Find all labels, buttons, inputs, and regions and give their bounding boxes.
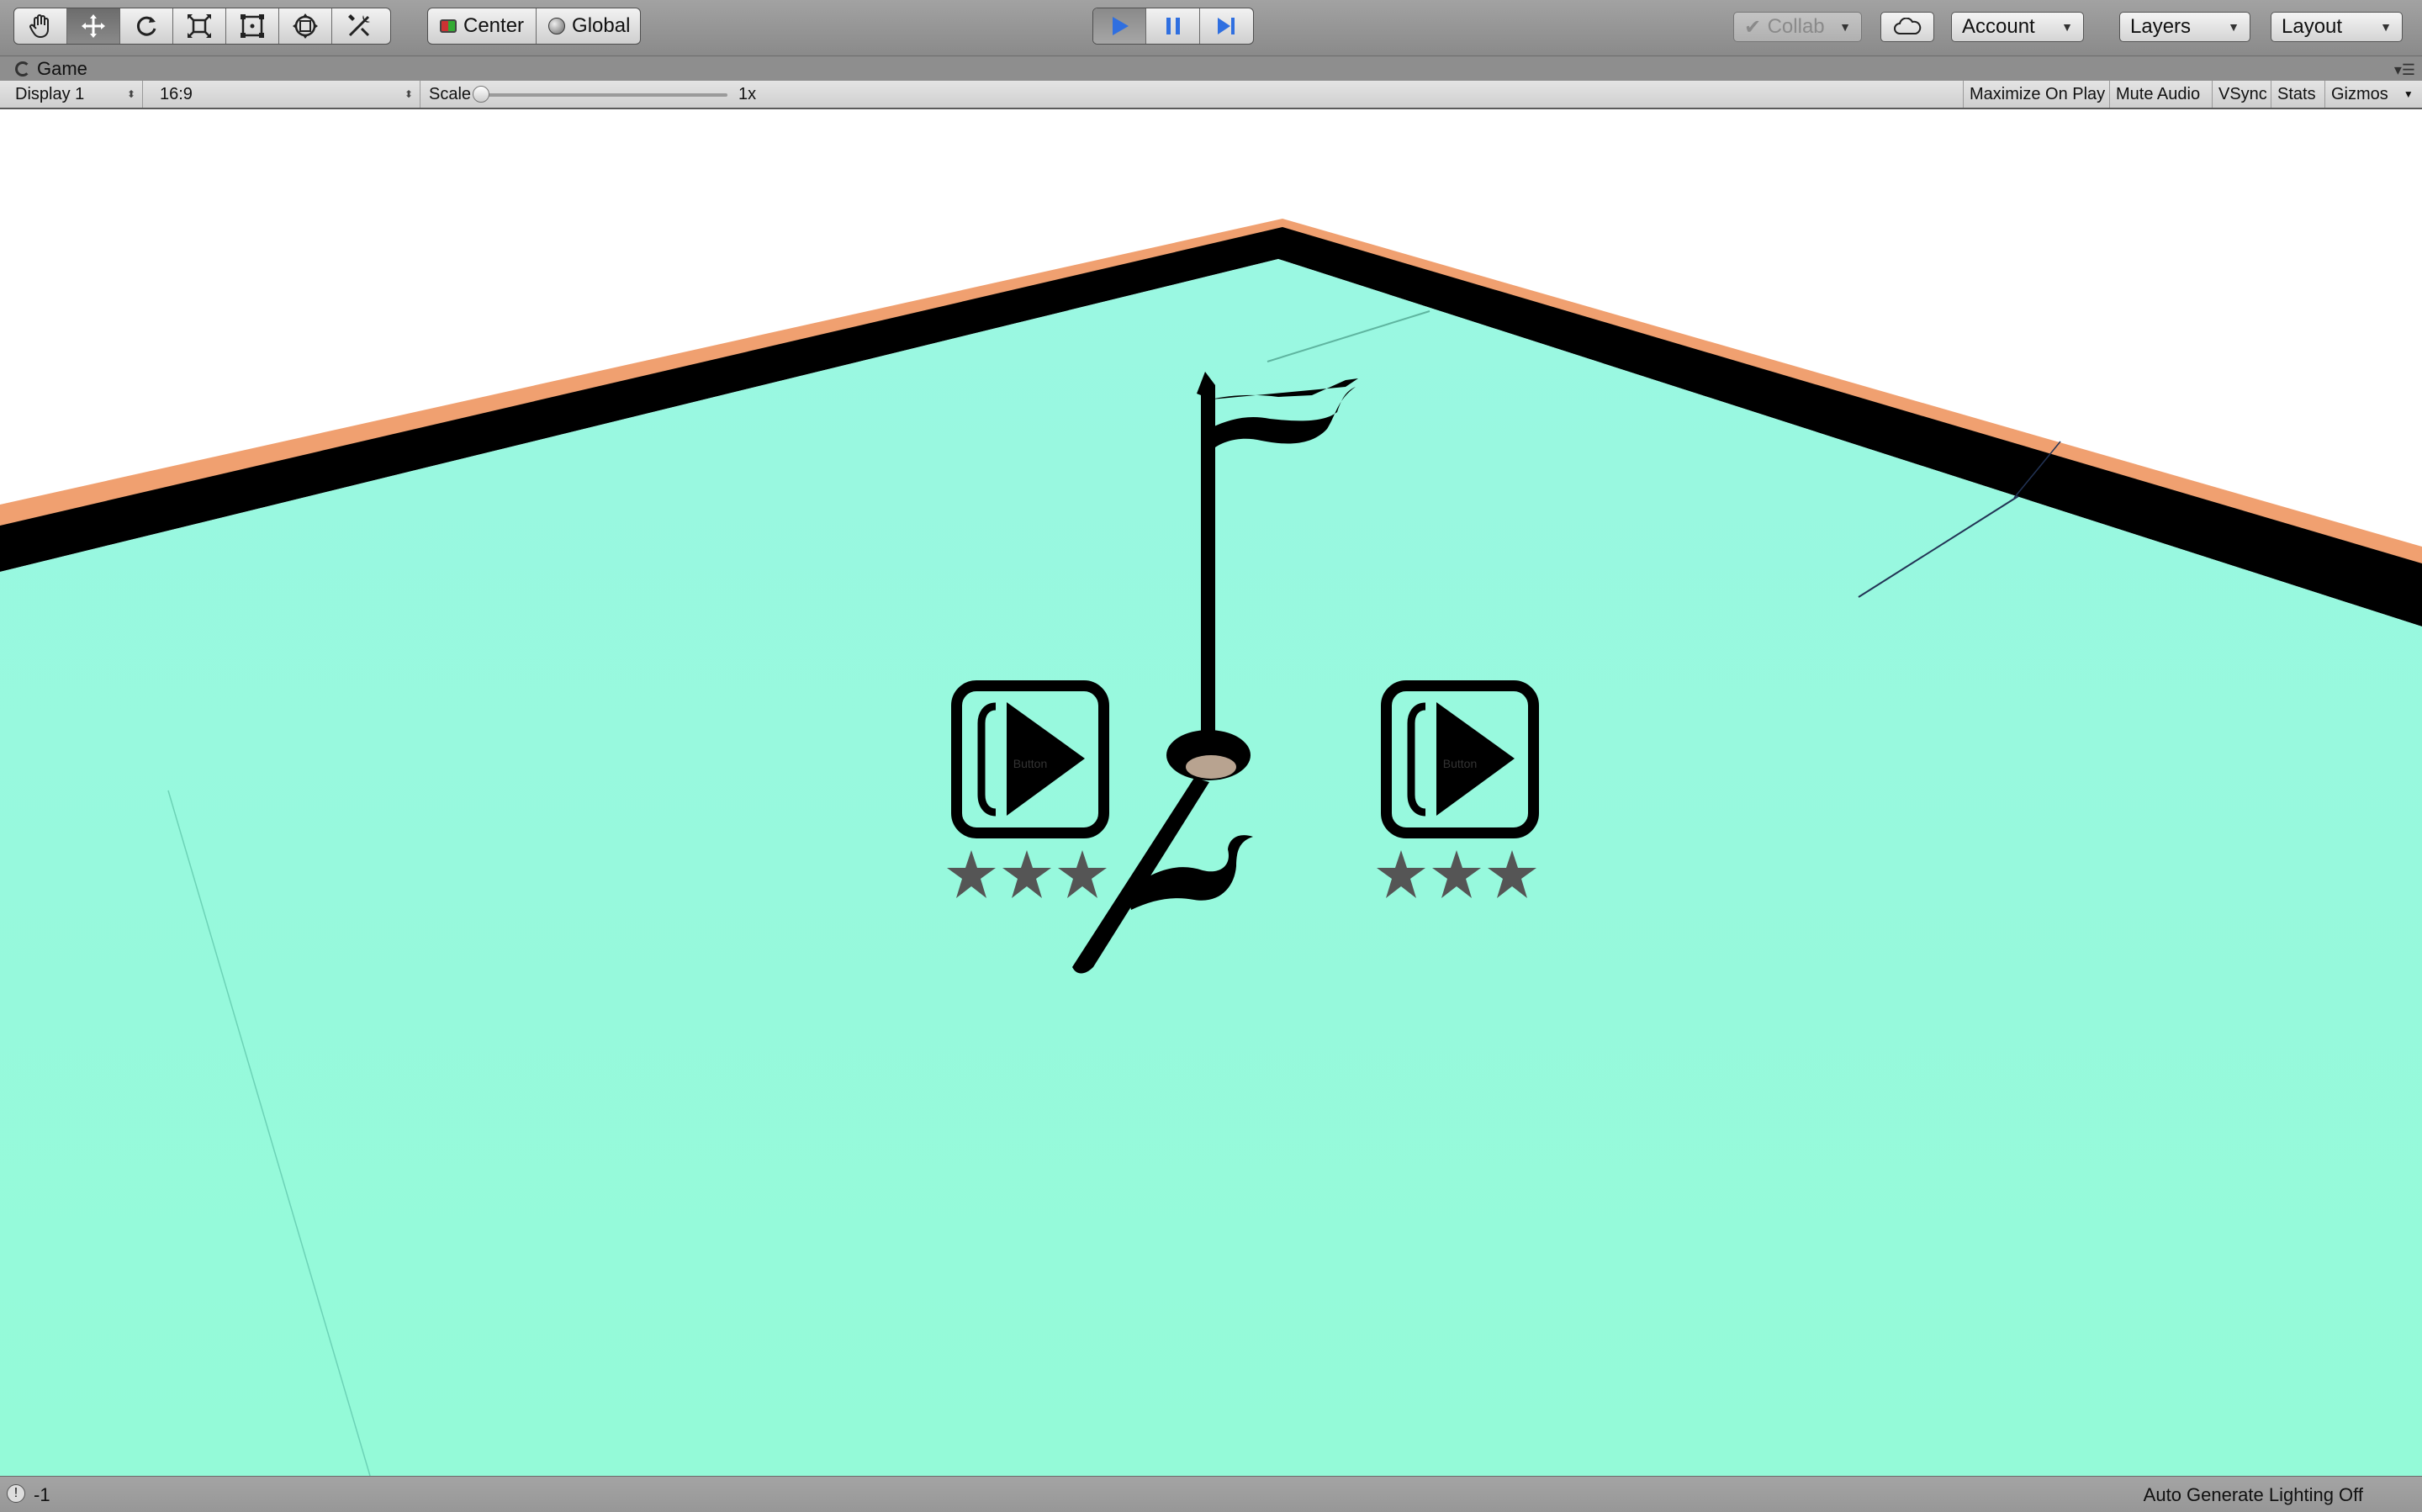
- maximize-on-play-toggle[interactable]: Maximize On Play: [1963, 81, 2111, 108]
- global-icon: [548, 18, 566, 34]
- tab-title: Game: [37, 58, 87, 79]
- level-button-label: Button: [1442, 757, 1478, 770]
- stats-toggle[interactable]: Stats: [2271, 81, 2322, 108]
- game-scene: [0, 219, 2422, 1476]
- cloud-icon: [1894, 18, 1922, 34]
- display-select[interactable]: Display 1 ⬍: [0, 81, 143, 108]
- pivot-icon: [440, 19, 457, 33]
- account-dropdown[interactable]: Account ▼: [1951, 12, 2084, 42]
- star-icon: [1002, 850, 1051, 898]
- rotate-icon: [136, 16, 156, 36]
- tab-menu-icon[interactable]: ▾☰: [2394, 61, 2415, 79]
- hand-tool-button[interactable]: [14, 8, 67, 44]
- layout-dropdown[interactable]: Layout ▼: [2271, 12, 2403, 42]
- scale-tool-button[interactable]: [173, 8, 226, 44]
- pause-button[interactable]: [1146, 8, 1200, 44]
- star-icon: [1058, 850, 1107, 898]
- space-label: Global: [572, 14, 631, 37]
- step-icon: [1218, 18, 1235, 34]
- chevron-down-icon: ▼: [2380, 20, 2392, 34]
- updown-arrows-icon: ⬍: [404, 88, 413, 100]
- star-icon: [1377, 850, 1425, 898]
- pause-icon: [1166, 18, 1180, 34]
- collab-dropdown[interactable]: ✔ Collab ▼: [1733, 12, 1862, 42]
- transform-icon: [293, 13, 318, 39]
- status-message[interactable]: -1: [34, 1484, 50, 1506]
- scale-slider-track[interactable]: [479, 93, 727, 97]
- vsync-toggle[interactable]: VSync: [2212, 81, 2273, 108]
- chevron-down-icon: ▼: [2403, 88, 2414, 100]
- level-2-stars: [1374, 848, 1539, 901]
- game-view-toolbar: Display 1 ⬍ 16:9 ⬍ Scale 1x Maximize On …: [0, 81, 2422, 109]
- collab-check-icon: ✔: [1744, 15, 1762, 39]
- level-button-2[interactable]: Button: [1381, 680, 1539, 838]
- pivot-center-button[interactable]: Center: [428, 8, 537, 44]
- hand-icon: [29, 14, 49, 39]
- move-tool-button[interactable]: [67, 8, 120, 44]
- play-button[interactable]: [1093, 8, 1147, 44]
- aspect-label: 16:9: [160, 84, 193, 103]
- golf-hole-inner: [1186, 755, 1236, 779]
- scale-label: Scale: [429, 84, 472, 103]
- mute-audio-toggle[interactable]: Mute Audio: [2109, 81, 2206, 108]
- scale-slider-handle[interactable]: [473, 86, 489, 103]
- display-label: Display 1: [15, 84, 85, 103]
- play-icon: [1113, 17, 1129, 35]
- move-arrows-icon: [82, 14, 105, 38]
- info-icon: !: [7, 1484, 25, 1503]
- scale-icon: [188, 14, 211, 38]
- level-1-stars: [944, 848, 1109, 901]
- updown-arrows-icon: ⬍: [126, 88, 135, 100]
- level-button-1[interactable]: Button: [951, 680, 1109, 838]
- pivot-global-button[interactable]: Global: [537, 8, 640, 44]
- pivot-group: Center Global: [427, 8, 641, 45]
- layers-dropdown[interactable]: Layers ▼: [2119, 12, 2250, 42]
- step-button[interactable]: [1200, 8, 1253, 44]
- game-tab-icon: [15, 61, 30, 77]
- chevron-down-icon: ▼: [1839, 20, 1851, 34]
- transform-tool-button[interactable]: [279, 8, 332, 44]
- chevron-down-icon: ▼: [2228, 20, 2240, 34]
- transform-tools-group: [13, 8, 391, 45]
- account-label: Account: [1962, 15, 2035, 38]
- aspect-select[interactable]: 16:9 ⬍: [148, 81, 420, 108]
- rect-tool-button[interactable]: [226, 8, 279, 44]
- game-viewport[interactable]: Button Button: [0, 109, 2422, 1476]
- lighting-status: Auto Generate Lighting Off: [2143, 1484, 2363, 1505]
- rotate-tool-button[interactable]: [120, 8, 173, 44]
- tools-icon: [347, 14, 370, 37]
- main-toolbar: Center Global ✔ Collab ▼ Account ▼ Layer…: [0, 0, 2422, 56]
- layers-label: Layers: [2130, 15, 2192, 38]
- custom-tool-button[interactable]: [332, 8, 385, 44]
- star-icon: [1432, 850, 1481, 898]
- tab-game[interactable]: Game: [15, 58, 87, 80]
- star-icon: [1488, 850, 1536, 898]
- collab-label: Collab: [1767, 15, 1825, 38]
- cloud-button[interactable]: [1880, 12, 1934, 42]
- gizmos-label: Gizmos: [2331, 84, 2388, 103]
- rect-transform-icon: [241, 14, 264, 38]
- chevron-down-icon: ▼: [2061, 20, 2073, 34]
- scale-value: 1x: [738, 84, 757, 103]
- status-bar: ! -1 Auto Generate Lighting Off: [0, 1476, 2422, 1512]
- star-icon: [947, 850, 996, 898]
- tab-bar: Game ▾☰: [0, 56, 2422, 81]
- layout-label: Layout: [2282, 15, 2343, 38]
- playback-group: [1092, 8, 1254, 45]
- level-button-label: Button: [1013, 757, 1048, 770]
- gizmos-toggle[interactable]: Gizmos ▼: [2324, 81, 2419, 108]
- pivot-label: Center: [463, 14, 525, 37]
